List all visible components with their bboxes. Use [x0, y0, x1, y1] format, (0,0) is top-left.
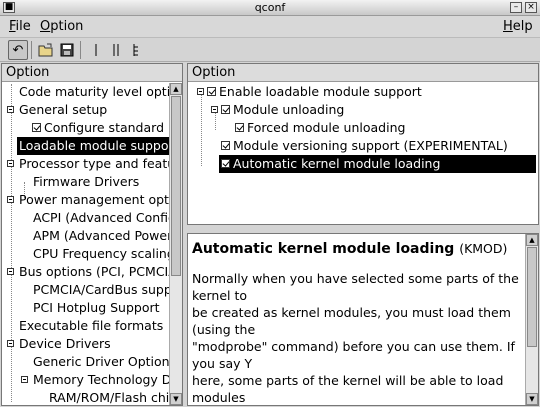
option-row[interactable]: Enable loadable module support [188, 83, 528, 101]
left-scrollbar[interactable]: ▲ ▼ [169, 83, 182, 405]
scroll-up-icon[interactable]: ▲ [170, 83, 182, 95]
help-text: Automatic kernel module loading (KMOD) N… [192, 240, 522, 405]
close-icon[interactable]: × [525, 2, 537, 13]
left-pane-header: Option [2, 64, 182, 82]
help-line: "modprobe" command) before you can use t… [192, 339, 515, 354]
tree-item[interactable]: Power management opti [2, 191, 172, 209]
left-tree-pane[interactable]: Option Code maturity level optic General… [1, 63, 183, 406]
collapse-icon[interactable] [7, 340, 14, 347]
option-row-selected[interactable]: Automatic kernel module loading [188, 155, 538, 173]
collapse-icon[interactable] [7, 196, 14, 203]
menu-bar: File Option Help [0, 16, 540, 38]
option-row[interactable]: Module unloading [188, 101, 528, 119]
help-line: here, some parts of the kernel will be a… [192, 373, 504, 388]
scroll-thumb[interactable] [527, 247, 537, 347]
tree-item[interactable]: RAM/ROM/Flash chi [2, 389, 172, 405]
minimize-icon[interactable]: – [510, 2, 522, 13]
toolbar-separator [31, 41, 32, 59]
help-title: Automatic kernel module loading (KMOD) [192, 241, 508, 257]
collapse-icon[interactable] [7, 268, 14, 275]
back-icon[interactable]: ↶ [8, 40, 28, 60]
menu-option[interactable]: Option [40, 19, 83, 34]
tree-item[interactable]: Generic Driver Options [2, 353, 176, 371]
right-options-pane[interactable]: Option Enable loadable module support Mo… [187, 63, 539, 225]
collapse-icon[interactable] [7, 160, 14, 167]
help-line: be created as kernel modules, you must l… [192, 305, 511, 320]
help-line: you say Y [192, 356, 253, 371]
save-icon[interactable] [57, 40, 77, 60]
toolbar: ↶ [0, 38, 540, 62]
help-pane[interactable]: Automatic kernel module loading (KMOD) N… [187, 233, 539, 406]
collapse-icon[interactable] [21, 376, 28, 383]
tree-item[interactable]: Firmware Drivers [2, 173, 172, 191]
tree-item[interactable]: Memory Technology D [2, 371, 172, 389]
checkbox-checked-icon[interactable] [221, 141, 230, 150]
help-line: Normally when you have selected some par… [192, 271, 519, 286]
scroll-down-icon[interactable]: ▼ [170, 393, 182, 405]
tree-item[interactable]: Configure standard k [2, 119, 175, 137]
scroll-thumb[interactable] [171, 96, 181, 276]
collapse-icon[interactable] [197, 88, 204, 95]
checkbox-checked-icon[interactable] [32, 123, 41, 132]
tree-item[interactable]: Bus options (PCI, PCMCIA [2, 263, 177, 281]
tree-item[interactable]: Device Drivers [2, 335, 172, 353]
tree-item[interactable]: APM (Advanced Power [2, 227, 172, 245]
toolbar-separator [80, 41, 81, 59]
checkbox-checked-icon[interactable] [221, 159, 230, 168]
tree-item[interactable]: PCMCIA/CardBus supp [2, 281, 172, 299]
full-view-icon[interactable] [126, 40, 146, 60]
collapse-icon[interactable] [7, 106, 14, 113]
right-pane-header: Option [188, 64, 538, 82]
collapse-icon[interactable] [211, 106, 218, 113]
checkbox-checked-icon[interactable] [207, 87, 216, 96]
window-title: qconf [254, 1, 286, 14]
single-view-icon[interactable] [86, 40, 106, 60]
scroll-up-icon[interactable]: ▲ [526, 234, 538, 246]
tree-item[interactable]: General setup [2, 101, 172, 119]
tree-item[interactable]: ACPI (Advanced Config [2, 209, 176, 227]
scroll-down-icon[interactable]: ▼ [526, 393, 538, 405]
tree-item[interactable]: Processor type and featu [2, 155, 175, 173]
open-icon[interactable] [36, 40, 56, 60]
title-bar: ■ qconf – × [0, 0, 540, 16]
tree-item-selected[interactable]: Loadable module support [2, 137, 179, 155]
tree-item[interactable]: PCI Hotplug Support [2, 299, 172, 317]
help-line: (using the [192, 322, 256, 337]
menu-file[interactable]: File [9, 19, 31, 34]
split-view-icon[interactable] [106, 40, 126, 60]
tree-item[interactable]: Code maturity level optic [2, 83, 177, 101]
checkbox-checked-icon[interactable] [235, 123, 244, 132]
tree-item[interactable]: CPU Frequency scaling [2, 245, 175, 263]
help-scrollbar[interactable]: ▲ ▼ [525, 234, 538, 405]
help-line: kernel to [192, 288, 248, 303]
help-line: modules [192, 390, 246, 405]
option-row[interactable]: Forced module unloading [188, 119, 528, 137]
checkbox-checked-icon[interactable] [221, 105, 230, 114]
menu-help[interactable]: Help [503, 19, 533, 34]
option-row[interactable]: Module versioning support (EXPERIMENTAL) [188, 137, 528, 155]
tree-item[interactable]: Executable file formats [2, 317, 172, 335]
